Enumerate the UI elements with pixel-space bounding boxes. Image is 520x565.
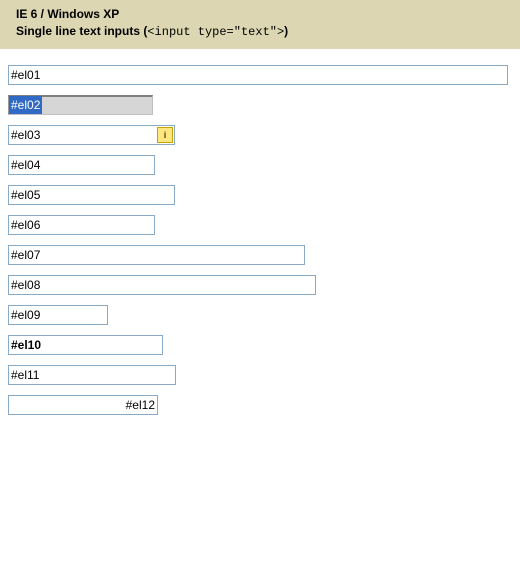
input-el09[interactable] <box>8 305 108 325</box>
row-el01 <box>8 65 512 85</box>
subtitle-suffix: ) <box>284 24 288 38</box>
input-el07[interactable] <box>8 245 305 265</box>
row-el08 <box>8 275 512 295</box>
input-el01[interactable] <box>8 65 508 85</box>
row-el12 <box>8 395 512 415</box>
input-el08[interactable] <box>8 275 316 295</box>
row-el11 <box>8 365 512 385</box>
row-el03: i <box>8 125 512 145</box>
page: IE 6 / Windows XP Single line text input… <box>0 0 520 423</box>
row-el06 <box>8 215 512 235</box>
header: IE 6 / Windows XP Single line text input… <box>0 0 520 49</box>
input-el03-wrap: i <box>8 125 175 145</box>
input-el12[interactable] <box>8 395 158 415</box>
input-el03[interactable] <box>8 125 175 145</box>
subtitle-code: <input type="text"> <box>147 25 284 39</box>
row-el09 <box>8 305 512 325</box>
subtitle-prefix: Single line text inputs ( <box>16 24 147 38</box>
input-el02[interactable] <box>8 95 153 115</box>
autocomplete-icon[interactable]: i <box>157 127 173 143</box>
input-el06[interactable] <box>8 215 155 235</box>
input-el02-wrap: #el02 <box>8 95 153 115</box>
input-el10[interactable] <box>8 335 163 355</box>
row-el07 <box>8 245 512 265</box>
header-subtitle: Single line text inputs (<input type="te… <box>16 23 504 41</box>
content: #el02 i <box>0 49 520 423</box>
input-el04[interactable] <box>8 155 155 175</box>
row-el05 <box>8 185 512 205</box>
input-el11[interactable] <box>8 365 176 385</box>
row-el02: #el02 <box>8 95 512 115</box>
header-title: IE 6 / Windows XP <box>16 6 504 23</box>
input-el05[interactable] <box>8 185 175 205</box>
row-el10 <box>8 335 512 355</box>
row-el04 <box>8 155 512 175</box>
